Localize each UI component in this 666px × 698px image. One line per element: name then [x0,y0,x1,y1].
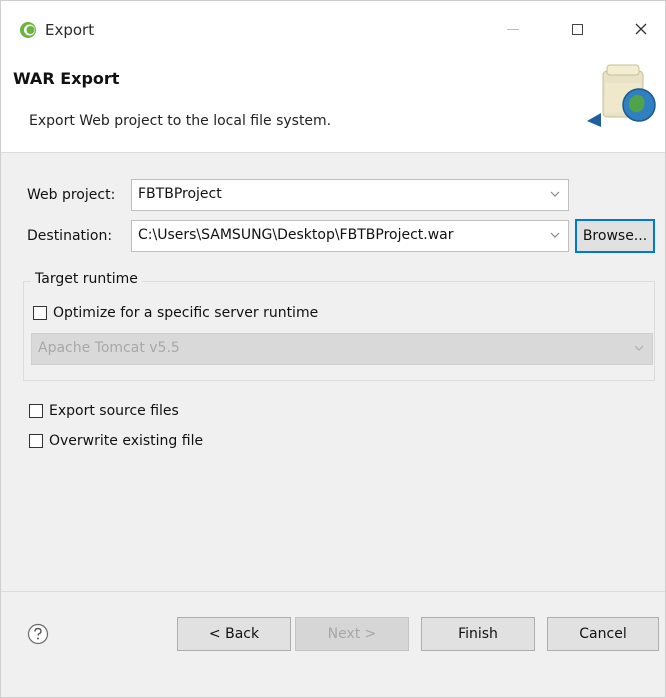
footer-separator [1,591,665,592]
destination-value: C:\Users\SAMSUNG\Desktop\FBTBProject.war [138,227,454,243]
window-title: Export [45,21,95,39]
chevron-down-icon [550,191,560,197]
wizard-description: Export Web project to the local file sys… [29,113,332,129]
target-runtime-group [23,281,655,381]
cancel-button[interactable]: Cancel [547,617,659,651]
browse-button[interactable]: Browse... [575,219,655,253]
maximize-button[interactable] [557,13,597,45]
export-source-checkbox[interactable] [29,404,43,418]
finish-button[interactable]: Finish [421,617,535,651]
next-button: Next > [295,617,409,651]
wizard-banner: WAR Export Export Web project to the loc… [1,57,665,153]
title-bar[interactable]: Export [1,1,665,57]
target-runtime-group-label: Target runtime [31,271,142,287]
export-source-label: Export source files [49,403,179,419]
wizard-title: WAR Export [13,69,120,88]
web-project-combo[interactable]: FBTBProject [131,179,569,211]
web-project-value: FBTBProject [138,186,222,202]
overwrite-file-checkbox[interactable] [29,434,43,448]
close-button[interactable] [621,13,661,45]
server-runtime-combo: Apache Tomcat v5.5 [31,333,653,365]
server-runtime-value: Apache Tomcat v5.5 [38,340,180,356]
destination-label: Destination: [27,228,113,244]
export-dialog: Export WAR Export Export Web project to … [0,0,666,698]
optimize-runtime-checkbox[interactable] [33,306,47,320]
close-icon [635,23,647,35]
overwrite-file-label: Overwrite existing file [49,433,204,449]
help-icon[interactable] [27,623,49,645]
export-source-checkbox-row[interactable]: Export source files [29,403,179,419]
maximize-icon [571,23,583,35]
optimize-runtime-label: Optimize for a specific server runtime [53,305,319,321]
optimize-runtime-checkbox-row[interactable]: Optimize for a specific server runtime [33,305,318,321]
war-export-wizard-icon [587,64,656,127]
destination-combo[interactable]: C:\Users\SAMSUNG\Desktop\FBTBProject.war [131,220,569,252]
back-button[interactable]: < Back [177,617,291,651]
web-project-label: Web project: [27,187,116,203]
chevron-down-icon [550,232,560,238]
minimize-icon [507,28,519,30]
eclipse-spring-icon [20,22,36,38]
overwrite-file-checkbox-row[interactable]: Overwrite existing file [29,433,203,449]
chevron-down-icon [634,345,644,351]
minimize-button[interactable] [493,13,533,45]
